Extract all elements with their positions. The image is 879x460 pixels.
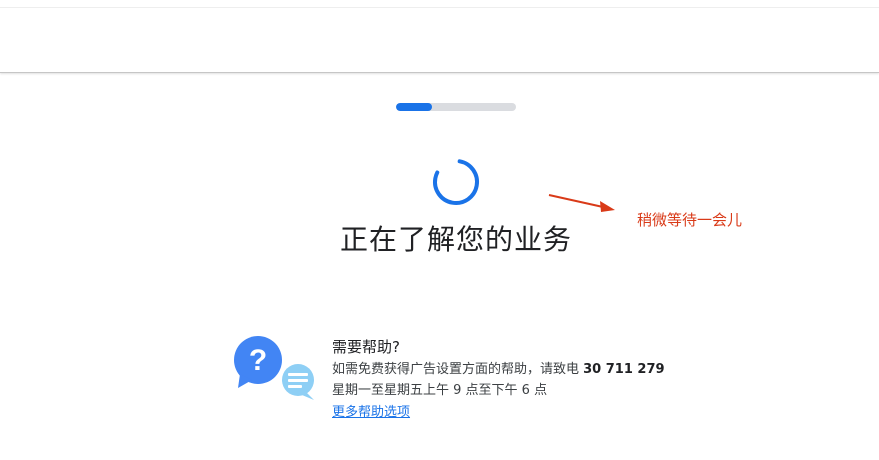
more-help-options-link[interactable]: 更多帮助选项 (332, 403, 410, 423)
page: 正在了解您的业务 稍微等待一会儿 ? 需要帮助? 如需免费获得广告设置方面的帮助… (0, 0, 879, 460)
help-title: 需要帮助? (332, 338, 400, 356)
setup-progress-bar (396, 103, 516, 111)
help-section: 需要帮助? 如需免费获得广告设置方面的帮助，请致电 30 711 279 星期一… (332, 337, 852, 423)
top-divider (0, 7, 879, 8)
annotation-arrow-icon (548, 194, 615, 212)
help-hours: 星期一至星期五上午 9 点至下午 6 点 (332, 383, 548, 398)
annotation-note: 稍微等待一会儿 (637, 211, 743, 229)
loading-spinner-icon (433, 159, 479, 206)
page-title: 正在了解您的业务 (339, 223, 572, 256)
top-bar (0, 0, 879, 73)
help-phone-number: 30 711 279 (583, 362, 665, 377)
svg-text:?: ? (249, 344, 267, 377)
help-phone-line: 如需免费获得广告设置方面的帮助，请致电 30 711 279 (332, 359, 852, 380)
chat-bubble-icon (282, 364, 314, 400)
help-question-bubble-icon: ? (234, 336, 314, 400)
setup-progress-fill (396, 103, 432, 111)
help-phone-text: 如需免费获得广告设置方面的帮助，请致电 (332, 362, 584, 377)
